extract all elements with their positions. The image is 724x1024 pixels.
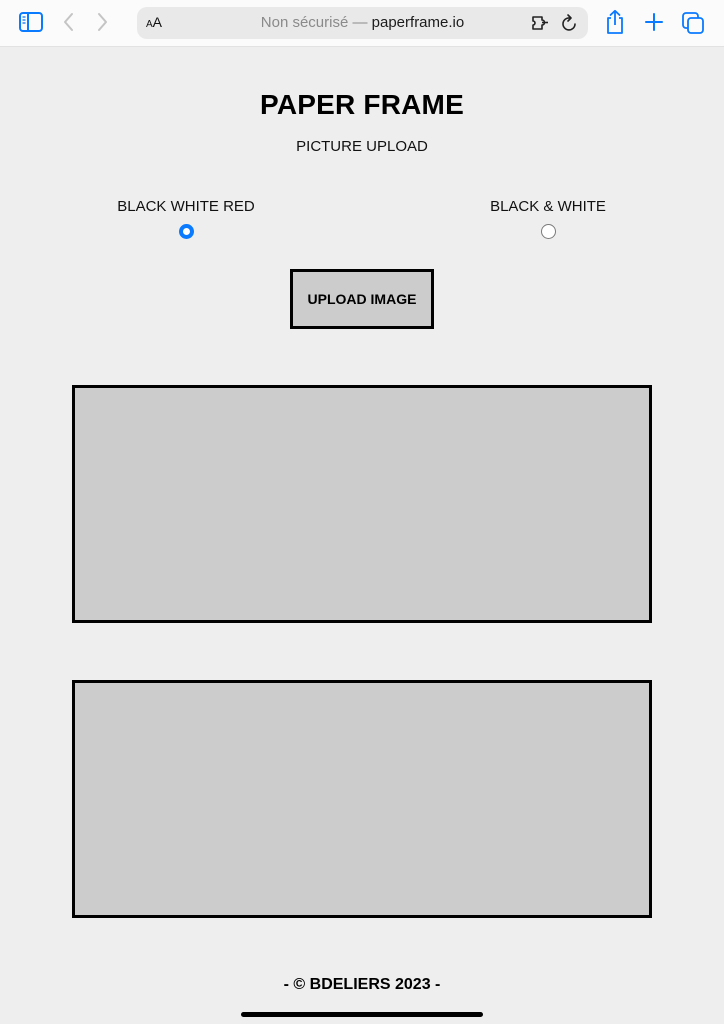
security-status: Non sécurisé	[260, 14, 349, 31]
reload-icon[interactable]	[561, 13, 579, 33]
color-mode-option-bw[interactable]: BLACK & WHITE	[448, 198, 648, 244]
sidebar-icon[interactable]	[19, 12, 43, 32]
image-preview-1	[72, 385, 652, 623]
browser-toolbar: AA Non sécurisé — paperframe.io	[0, 0, 724, 47]
home-indicator[interactable]	[241, 1012, 483, 1017]
page-title: PAPER FRAME	[260, 89, 464, 120]
url-text[interactable]: Non sécurisé — paperframe.io	[137, 14, 588, 31]
url-host: paperframe.io	[371, 14, 465, 31]
page-subtitle: PICTURE UPLOAD	[296, 138, 428, 155]
address-bar[interactable]: AA Non sécurisé — paperframe.io	[137, 7, 588, 39]
chevron-left-icon[interactable]	[60, 11, 78, 33]
share-icon[interactable]	[604, 9, 626, 35]
radio-label: BLACK WHITE RED	[117, 198, 255, 215]
chevron-right-icon[interactable]	[93, 11, 111, 33]
plus-icon[interactable]	[643, 11, 665, 33]
image-preview-2	[72, 680, 652, 918]
upload-image-button[interactable]: UPLOAD IMAGE	[290, 269, 434, 329]
color-mode-option-bwr[interactable]: BLACK WHITE RED	[86, 198, 286, 244]
radio-button-unchecked[interactable]	[540, 224, 556, 239]
radio-button-checked[interactable]	[178, 224, 194, 239]
extension-icon[interactable]	[531, 14, 551, 32]
radio-label: BLACK & WHITE	[490, 198, 606, 215]
url-separator: —	[348, 14, 372, 31]
tabs-overview-icon[interactable]	[681, 11, 705, 35]
footer-copyright: - © BDELIERS 2023 -	[283, 976, 441, 993]
